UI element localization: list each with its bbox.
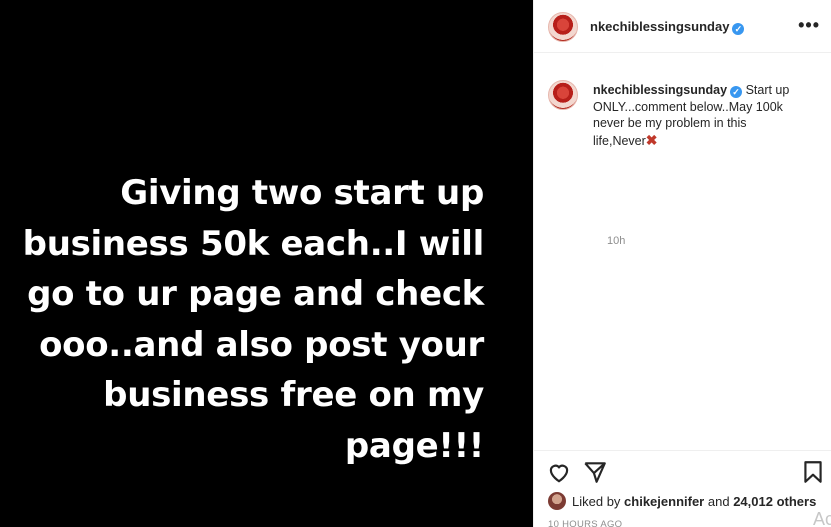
post-timestamp[interactable]: 10 HOURS AGO xyxy=(548,519,622,527)
author-avatar[interactable] xyxy=(548,12,578,42)
more-options-button[interactable]: ••• xyxy=(798,15,820,36)
post-header: nkechiblessingsunday ✓ ••• xyxy=(534,0,831,53)
post-actions: Liked by chikejennifer and 24,012 others… xyxy=(534,450,831,527)
caption-username[interactable]: nkechiblessingsunday xyxy=(593,83,727,97)
cross-mark-icon: ✖ xyxy=(645,131,658,148)
post-side-panel: nkechiblessingsunday ✓ ••• nkechiblessing… xyxy=(533,0,831,527)
post-image: Giving two start up business 50k each..I… xyxy=(0,0,533,527)
activation-watermark: Ac xyxy=(813,509,831,527)
liked-by-user[interactable]: chikejennifer xyxy=(624,494,704,509)
like-heart-icon[interactable] xyxy=(546,459,572,485)
author-username[interactable]: nkechiblessingsunday ✓ xyxy=(590,19,745,35)
liked-by-and: and xyxy=(707,493,730,509)
save-bookmark-icon[interactable] xyxy=(800,459,826,485)
liked-by-prefix: Liked by xyxy=(572,493,621,509)
caption-time[interactable]: 10h xyxy=(607,235,625,247)
liker-avatar[interactable] xyxy=(548,492,566,510)
likes-summary[interactable]: Liked by chikejennifer and 24,012 others xyxy=(548,492,816,510)
caption-text: nkechiblessingsunday ✓ Start up ONLY...co… xyxy=(593,82,793,149)
caption-avatar[interactable] xyxy=(548,80,578,110)
post-image-text: Giving two start up business 50k each..I… xyxy=(22,173,485,466)
author-username-text[interactable]: nkechiblessingsunday xyxy=(590,19,729,34)
share-send-icon[interactable] xyxy=(582,459,608,485)
likes-others-count[interactable]: 24,012 others xyxy=(733,494,816,509)
caption-verified-badge-icon: ✓ xyxy=(730,86,743,98)
verified-badge-icon: ✓ xyxy=(732,23,745,35)
